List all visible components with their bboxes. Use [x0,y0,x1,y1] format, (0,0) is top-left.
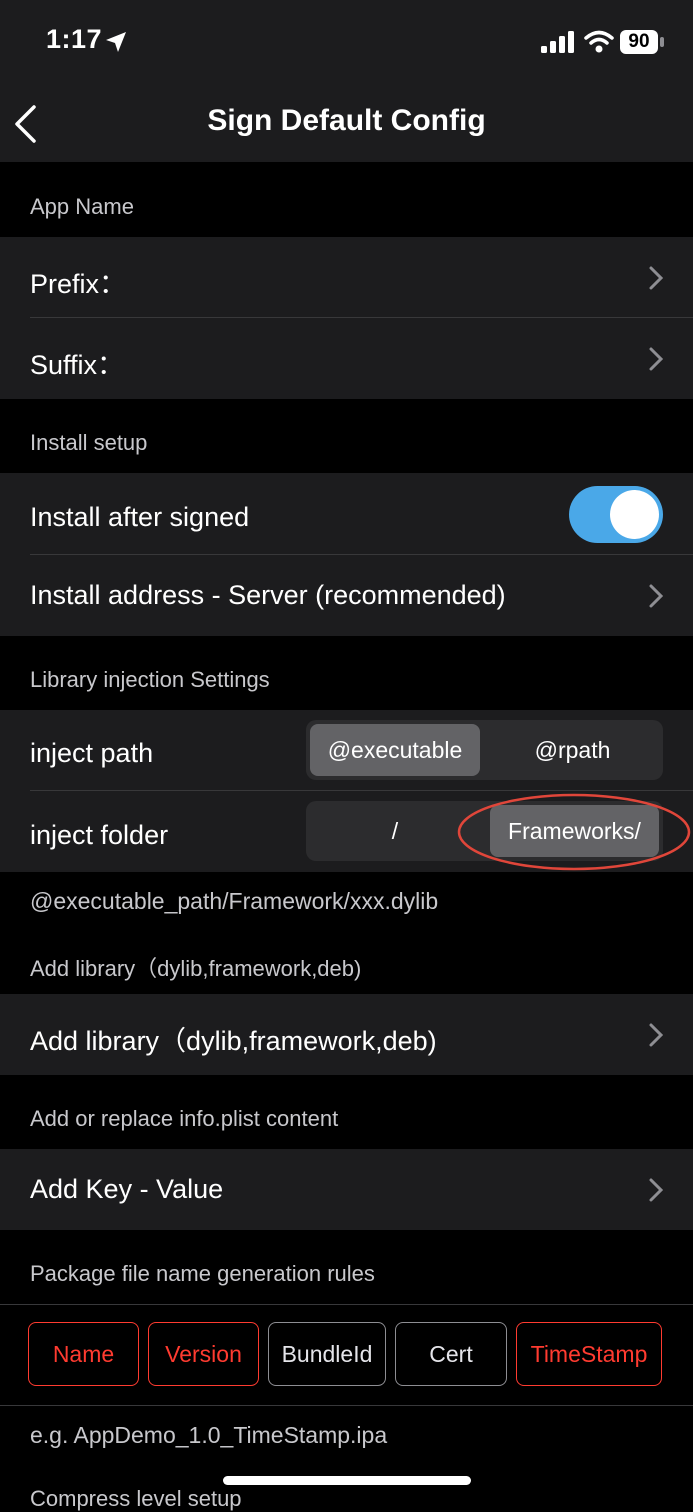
status-time: 1:17 [46,24,103,54]
chevron-right-icon [649,266,664,290]
inject-path-segmented-control: @executable @rpath [306,720,663,780]
add-library-row[interactable]: Add library（dylib,framework,deb) [30,1019,437,1058]
annotation-ellipse [457,793,691,871]
chevron-right-icon [649,347,664,371]
location-arrow-icon [106,32,126,52]
home-indicator [223,1476,471,1485]
rule-button-name[interactable]: Name [28,1322,139,1386]
page-title: Sign Default Config [207,104,486,137]
install-after-signed-label: Install after signed [30,502,250,532]
section-header-app-name: App Name [30,194,134,219]
section-header-add-library: Add library（dylib,framework,deb) [30,956,362,981]
rule-button-cert[interactable]: Cert [395,1322,507,1386]
chevron-right-icon [649,1178,664,1202]
chevron-right-icon [649,1023,664,1047]
install-after-signed-toggle[interactable] [569,486,663,543]
inject-path-option-executable[interactable]: @executable [310,724,480,776]
rule-button-timestamp[interactable]: TimeStamp [516,1322,662,1386]
inject-path-preview: @executable_path/Framework/xxx.dylib [30,888,439,914]
wifi-icon [584,30,614,53]
chevron-right-icon [649,584,664,608]
rule-button-version[interactable]: Version [148,1322,259,1386]
battery-level: 90 [628,31,650,52]
battery-icon: 90 [620,30,658,54]
suffix-row[interactable]: Suffix： [30,343,124,382]
section-header-info-plist: Add or replace info.plist content [30,1106,339,1131]
example-filename: e.g. AppDemo_1.0_TimeStamp.ipa [30,1422,388,1448]
prefix-row[interactable]: Prefix： [30,262,126,301]
section-header-library-injection: Library injection Settings [30,667,270,692]
add-key-value-row[interactable]: Add Key - Value [30,1174,223,1205]
signal-icon [541,31,574,53]
section-header-install-setup: Install setup [30,430,148,455]
inject-folder-option-root[interactable]: / [310,805,480,857]
inject-folder-label: inject folder [30,820,169,850]
inject-path-label: inject path [30,738,154,768]
section-header-package-rules: Package file name generation rules [30,1261,375,1286]
section-header-compress: Compress level setup [30,1486,242,1511]
rule-button-bundleid[interactable]: BundleId [268,1322,386,1386]
install-address-row[interactable]: Install address - Server (recommended) [30,580,506,611]
inject-path-option-rpath[interactable]: @rpath [486,724,659,776]
